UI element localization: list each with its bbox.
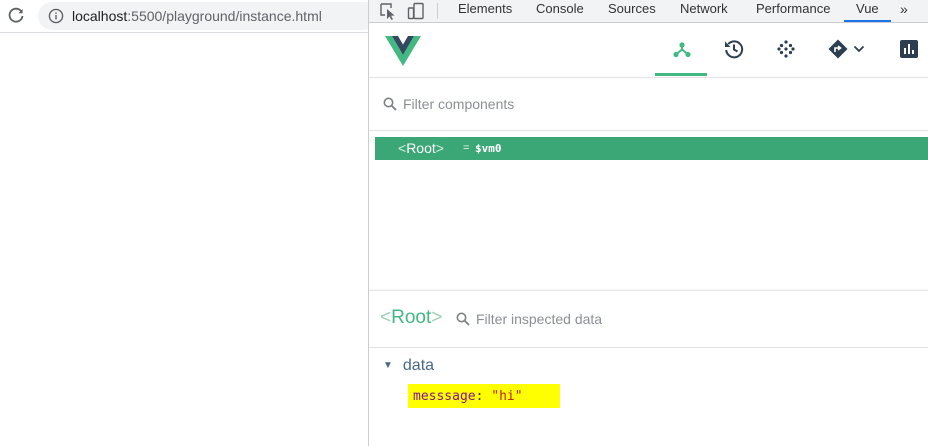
data-section-toggle[interactable]: ▼ data (383, 357, 434, 375)
devtools-tabbar: Elements Console Sources Network Perform… (369, 0, 928, 23)
inspected-component-title: <Root> (380, 307, 442, 329)
tab-console[interactable]: Console (536, 0, 584, 22)
instance-ref: $vm0 (475, 142, 502, 155)
tree-node-root[interactable]: <Root> = $vm0 (375, 137, 928, 160)
data-field-key: messsage (413, 389, 476, 404)
url-host: localhost (72, 8, 128, 24)
url-path: :5500/playground/instance.html (127, 8, 322, 24)
vuex-tab[interactable] (759, 23, 811, 76)
data-section-label: data (402, 357, 435, 374)
equals-sign: = (463, 142, 470, 154)
performance-tab[interactable] (881, 23, 928, 76)
vuex-icon (777, 40, 795, 58)
device-toolbar-icon[interactable] (406, 1, 426, 21)
browser-address-bar: localhost:5500/playground/instance.html (0, 0, 378, 33)
router-icon (828, 39, 848, 59)
history-icon (725, 40, 744, 59)
more-tabs-button[interactable]: » (900, 0, 908, 18)
performance-icon (900, 40, 918, 58)
vue-logo-icon (385, 36, 421, 66)
devtools-panel: Elements Console Sources Network Perform… (368, 0, 928, 446)
reload-icon[interactable] (7, 7, 25, 25)
component-name: <Root> (398, 140, 444, 157)
url-text: localhost:5500/playground/instance.html (72, 8, 322, 24)
tab-network[interactable]: Network (680, 0, 728, 22)
search-icon (383, 97, 397, 111)
filter-components-field[interactable]: Filter components (369, 78, 928, 131)
inspector-header: <Root> Filter inspected data (369, 291, 928, 348)
components-tab[interactable] (655, 23, 707, 76)
tab-sources[interactable]: Sources (608, 0, 656, 22)
data-field: messsage: "hi" (413, 389, 523, 404)
open-bracket: < (398, 140, 407, 156)
tab-vue[interactable]: Vue (844, 0, 891, 22)
data-field-row[interactable]: messsage: "hi" (408, 384, 560, 408)
close-bracket: > (431, 307, 443, 328)
component-label: Root (406, 140, 436, 156)
toolbar-divider (437, 3, 438, 19)
search-icon (456, 312, 470, 326)
url-field[interactable]: localhost:5500/playground/instance.html (38, 2, 378, 30)
tab-elements[interactable]: Elements (458, 0, 512, 22)
info-icon[interactable] (48, 8, 64, 24)
filter-components-placeholder: Filter components (403, 96, 515, 112)
open-bracket: < (380, 307, 392, 328)
collapse-triangle-icon: ▼ (383, 360, 393, 371)
inspector-pane: <Root> Filter inspected data ▼ data messs… (369, 290, 928, 446)
page-viewport (0, 33, 368, 446)
data-field-value: "hi" (491, 389, 523, 404)
tab-performance[interactable]: Performance (756, 0, 830, 22)
vue-toolbar (369, 23, 928, 78)
chevron-down-icon[interactable] (853, 43, 865, 55)
router-tab[interactable] (811, 23, 873, 76)
close-bracket: > (435, 140, 444, 156)
filter-inspected-data-input[interactable]: Filter inspected data (476, 311, 602, 327)
inspected-component-name: Root (391, 307, 432, 328)
history-tab[interactable] (707, 23, 759, 76)
components-icon (673, 42, 691, 58)
data-field-separator: : (475, 389, 492, 404)
inspect-element-icon[interactable] (378, 1, 398, 21)
